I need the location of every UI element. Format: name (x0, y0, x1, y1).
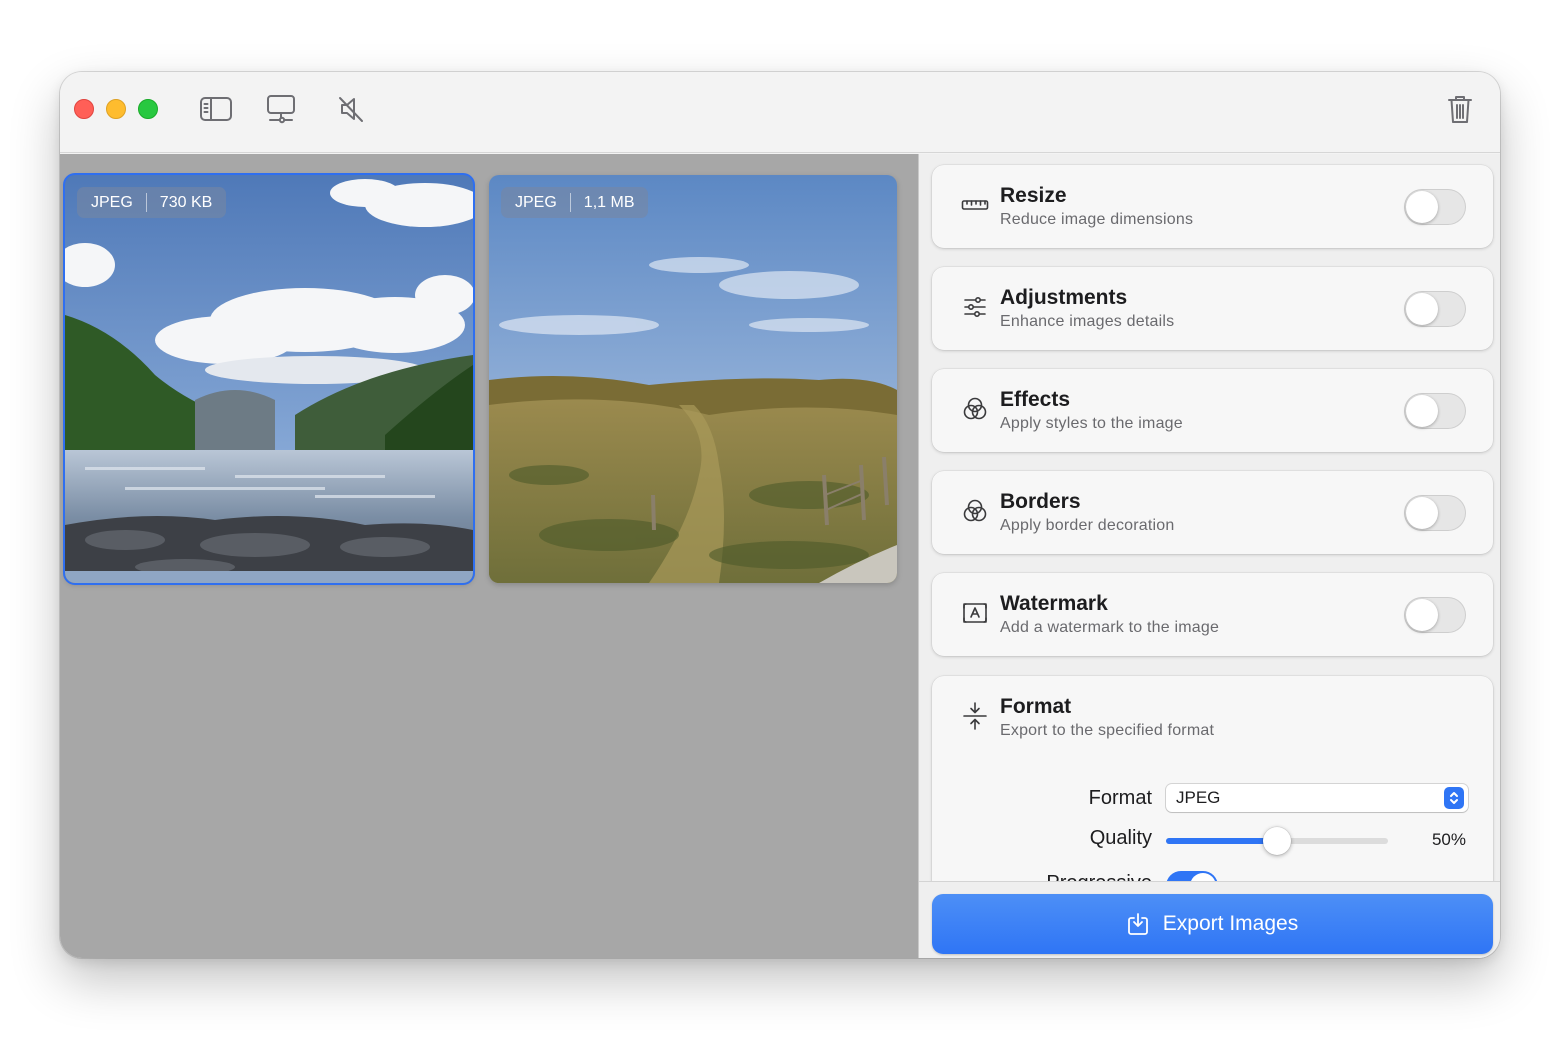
badge-separator (569, 193, 571, 212)
export-bar: Export Images (919, 881, 1500, 958)
adjustments-card[interactable]: Adjustments Enhance images details (932, 267, 1493, 350)
toggle-knob (1406, 599, 1438, 631)
card-title: Effects (1000, 388, 1071, 411)
effects-card[interactable]: Effects Apply styles to the image (932, 369, 1493, 452)
image-thumbnail-meadow[interactable]: JPEG 1,1 MB (489, 175, 897, 583)
circles-icon (960, 393, 990, 425)
card-title: Resize (1000, 184, 1067, 207)
compress-icon (960, 700, 990, 732)
card-subtitle: Apply border decoration (1000, 517, 1175, 534)
export-icon (1127, 913, 1148, 935)
sliders-icon (960, 291, 990, 323)
image-thumbnail-river[interactable]: JPEG 730 KB (63, 173, 475, 585)
sidebar-icon[interactable] (197, 92, 235, 126)
image-size-label: 730 KB (159, 193, 213, 211)
toggle-knob (1406, 497, 1438, 529)
resize-card[interactable]: Resize Reduce image dimensions (932, 165, 1493, 248)
image-info-badge: JPEG 730 KB (77, 187, 227, 218)
toggle-knob (1406, 395, 1438, 427)
app-window: JPEG 730 KB JPEG 1,1 MB Resize Reduce im… (60, 72, 1500, 958)
format-select-value: JPEG (1176, 788, 1221, 807)
card-title: Watermark (1000, 592, 1108, 615)
card-subtitle: Reduce image dimensions (1000, 211, 1194, 228)
zoom-window-button[interactable] (138, 99, 158, 119)
badge-separator (145, 193, 147, 212)
effects-toggle[interactable] (1404, 393, 1466, 429)
image-format-label: JPEG (515, 193, 557, 211)
card-title: Borders (1000, 490, 1081, 513)
borders-card[interactable]: Borders Apply border decoration (932, 471, 1493, 554)
trash-icon[interactable] (1441, 92, 1479, 126)
card-subtitle: Apply styles to the image (1000, 415, 1183, 432)
quality-slider[interactable] (1166, 827, 1388, 855)
watermark-card[interactable]: Watermark Add a watermark to the image (932, 573, 1493, 656)
export-images-button[interactable]: Export Images (932, 894, 1493, 954)
image-format-label: JPEG (91, 193, 133, 211)
title-bar (60, 72, 1500, 153)
card-title: Adjustments (1000, 286, 1128, 309)
borders-toggle[interactable] (1404, 495, 1466, 531)
circles-icon (960, 495, 990, 527)
card-subtitle: Enhance images details (1000, 313, 1175, 330)
image-canvas: JPEG 730 KB JPEG 1,1 MB (60, 154, 918, 958)
format-label: Format (1088, 787, 1152, 809)
ruler-icon (960, 189, 990, 221)
export-button-label: Export Images (1162, 912, 1299, 935)
watermark-toggle[interactable] (1404, 597, 1466, 633)
quality-slider-thumb[interactable] (1263, 827, 1291, 855)
quality-slider-fill (1166, 838, 1277, 844)
meadow-photo (489, 175, 897, 583)
toggle-knob (1406, 293, 1438, 325)
settings-panel: Resize Reduce image dimensions Adjustmen… (918, 154, 1500, 958)
display-icon[interactable] (262, 92, 300, 126)
quality-value: 50% (1431, 830, 1466, 849)
card-title: Format (1000, 695, 1072, 718)
muted-speaker-icon[interactable] (332, 92, 370, 126)
adjustments-toggle[interactable] (1404, 291, 1466, 327)
close-window-button[interactable] (74, 99, 94, 119)
minimize-window-button[interactable] (106, 99, 126, 119)
toggle-knob (1406, 191, 1438, 223)
watermark-icon (960, 597, 990, 629)
card-subtitle: Export to the specified format (1000, 722, 1215, 739)
chevron-updown-icon (1444, 787, 1464, 809)
river-photo (65, 175, 473, 583)
quality-label: Quality (1089, 827, 1152, 849)
resize-toggle[interactable] (1404, 189, 1466, 225)
image-size-label: 1,1 MB (583, 193, 635, 211)
format-select[interactable]: JPEG (1166, 784, 1468, 812)
card-subtitle: Add a watermark to the image (1000, 619, 1220, 636)
image-info-badge: JPEG 1,1 MB (501, 187, 649, 218)
